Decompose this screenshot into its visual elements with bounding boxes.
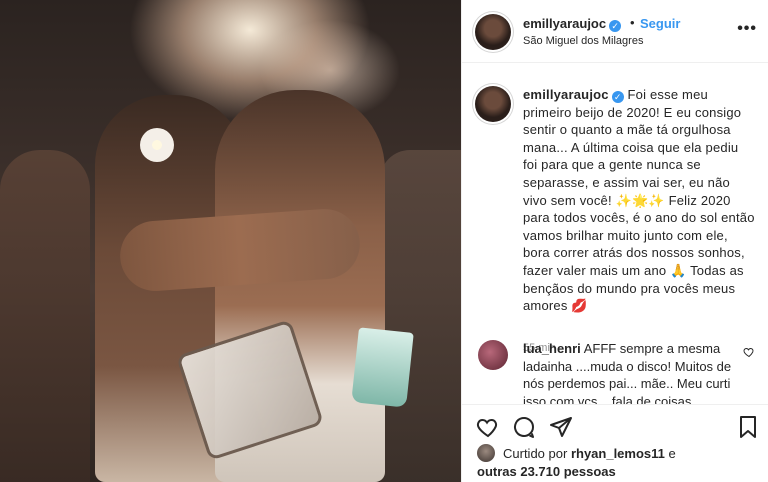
location-link[interactable]: São Miguel dos Milagres xyxy=(523,35,643,47)
share-icon[interactable] xyxy=(549,415,573,439)
post-side-panel: emillyaraujoc ✓ • Seguir São Miguel dos M… xyxy=(461,0,768,482)
comment-icon[interactable] xyxy=(512,415,536,439)
author-avatar[interactable] xyxy=(475,14,511,50)
verified-badge-icon: ✓ xyxy=(609,20,622,32)
likes-count[interactable]: outras 23.710 pessoas xyxy=(477,464,616,479)
likes-connector: e xyxy=(668,446,676,461)
photo-hair-flower xyxy=(140,128,174,162)
caption-verified-badge-icon: ✓ xyxy=(611,91,624,103)
caption-username[interactable]: emillyaraujoc xyxy=(523,87,609,102)
comment-clip: lua_henri AFFF sempre a mesma ladainha .… xyxy=(462,340,768,404)
bookmark-icon[interactable] xyxy=(736,415,760,439)
praying-hands-emoji: 🙏 xyxy=(670,262,687,278)
commenter-username[interactable]: lua_henri xyxy=(523,341,581,356)
comment-like-heart-icon[interactable] xyxy=(743,346,755,358)
comment-text: lua_henri AFFF sempre a mesma ladainha .… xyxy=(523,340,737,404)
post-photo[interactable] xyxy=(0,0,461,482)
caption-avatar[interactable] xyxy=(475,86,511,122)
author-username[interactable]: emillyaraujoc xyxy=(523,16,606,31)
photo-cup xyxy=(351,327,414,408)
more-options-icon[interactable]: ••• xyxy=(737,20,757,38)
photo-crowd-right xyxy=(380,150,461,482)
caption-text-part-1: Foi esse meu primeiro beijo de 2020! E e… xyxy=(523,87,742,208)
liker-username[interactable]: rhyan_lemos11 xyxy=(571,446,665,461)
commenter-avatar[interactable] xyxy=(478,340,508,370)
author-username-row: emillyaraujoc ✓ xyxy=(523,16,622,32)
post-header: emillyaraujoc ✓ • Seguir São Miguel dos M… xyxy=(462,0,768,63)
photo-crowd-left xyxy=(0,150,90,482)
action-bar xyxy=(462,404,768,444)
follow-button[interactable]: Seguir xyxy=(640,16,680,31)
caption-text: emillyaraujoc ✓ Foi esse meu primeiro bei… xyxy=(523,86,755,315)
liker-avatar[interactable] xyxy=(477,444,495,462)
likes-summary: Curtido por rhyan_lemos11 e outras 23.71… xyxy=(477,444,762,481)
sparkles-emoji: ✨🌟✨ xyxy=(615,192,665,208)
header-separator: • xyxy=(630,15,635,30)
heart-icon[interactable] xyxy=(476,415,500,439)
likes-prefix: Curtido por xyxy=(503,446,568,461)
kiss-emoji: 💋 xyxy=(571,298,588,314)
